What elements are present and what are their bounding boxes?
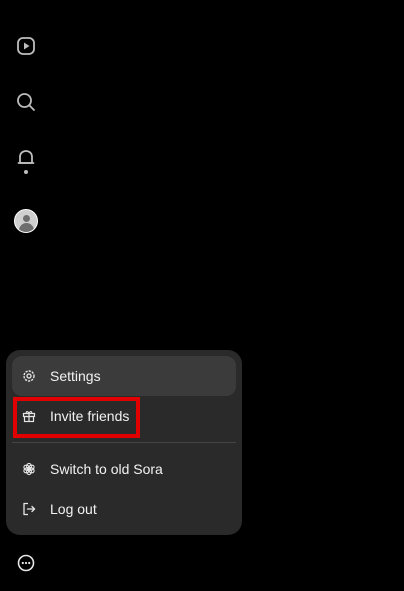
gift-icon: [22, 411, 36, 423]
menu-divider: [12, 442, 236, 443]
notification-dot: [24, 170, 28, 174]
switch-old-sora-label: Switch to old Sora: [50, 461, 163, 477]
nav-notifications-button[interactable]: [10, 142, 42, 174]
account-menu: Settings Invite friends Switch to old So…: [6, 350, 242, 535]
menu-item-log-out[interactable]: Log out: [12, 489, 236, 529]
logout-icon: [23, 502, 36, 516]
menu-item-switch-old-sora[interactable]: Switch to old Sora: [12, 449, 236, 489]
nav-home-button[interactable]: [10, 30, 42, 62]
openai-logo-icon: [23, 462, 35, 476]
menu-item-invite-friends[interactable]: Invite friends: [12, 396, 236, 436]
gear-icon: [23, 370, 35, 382]
app-page: Settings Invite friends Switch to old So…: [0, 0, 404, 591]
more-icon: [17, 554, 35, 572]
search-icon: [17, 93, 35, 111]
log-out-label: Log out: [50, 501, 97, 517]
bell-icon: [17, 150, 35, 164]
nav-more-button[interactable]: [10, 547, 42, 579]
home-icon: [17, 37, 35, 55]
settings-label: Settings: [50, 368, 101, 384]
invite-friends-label: Invite friends: [50, 408, 130, 424]
menu-item-settings[interactable]: Settings: [12, 356, 236, 396]
avatar: [14, 209, 38, 233]
nav-profile-button[interactable]: [10, 205, 42, 237]
nav-search-button[interactable]: [10, 86, 42, 118]
